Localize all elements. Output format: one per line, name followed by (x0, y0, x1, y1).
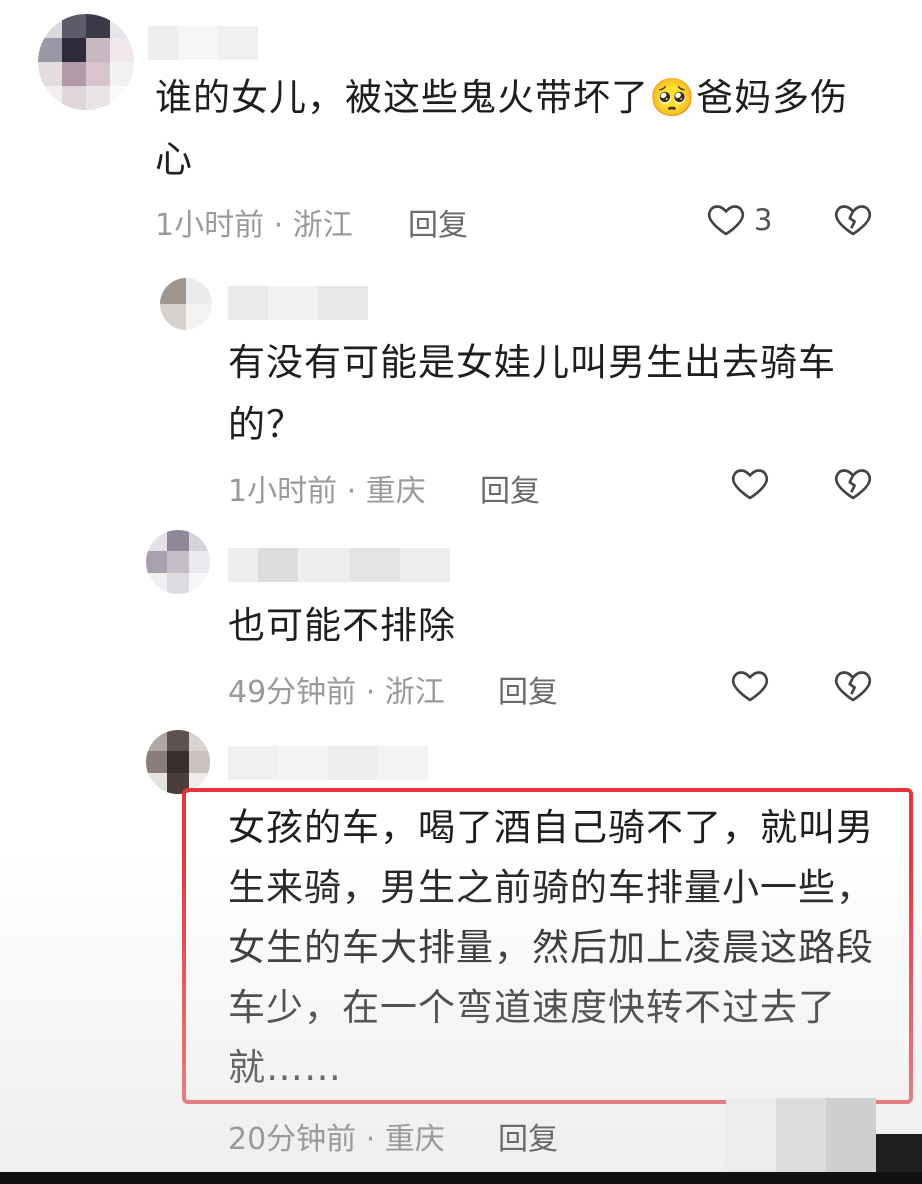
avatar[interactable] (38, 14, 134, 110)
comment-meta: 20分钟前 · 重庆 (228, 1122, 445, 1157)
comment-text: 的？ (228, 403, 304, 446)
avatar[interactable] (160, 278, 212, 330)
comment-text: 有没有可能是女娃儿叫男生出去骑车 (228, 341, 836, 384)
reply-button[interactable]: 回复 (498, 1114, 558, 1158)
like-count: 3 (754, 203, 773, 237)
bottom-bar (0, 1172, 922, 1184)
username[interactable] (228, 746, 428, 780)
username[interactable] (148, 26, 258, 60)
comment-line: 就…… (228, 1046, 342, 1089)
comment-line: 车少，在一个弯道速度快转不过去了 (228, 986, 836, 1029)
avatar[interactable] (146, 730, 210, 794)
username[interactable] (228, 286, 368, 320)
blurred-overlay (726, 1098, 876, 1172)
comment-text: 女孩的车，喝了酒自己骑不了，就叫男 生来骑，男生之前骑的车排量小一些， 女生的车… (228, 798, 874, 1098)
comment-text: 谁的女儿，被这些鬼火带坏了🥺爸妈多伤 (155, 76, 849, 119)
reply-button[interactable]: 回复 (498, 667, 558, 711)
broken-heart-icon[interactable] (833, 463, 873, 503)
broken-heart-icon[interactable] (833, 665, 873, 705)
comment-line: 女生的车大排量，然后加上凌晨这路段 (228, 926, 874, 969)
broken-heart-icon[interactable] (833, 199, 873, 239)
comment-meta: 49分钟前 · 浙江 (228, 675, 445, 710)
comment-line: 生来骑，男生之前骑的车排量小一些， (228, 866, 874, 909)
avatar[interactable] (146, 530, 210, 594)
comment-meta: 1小时前 · 浙江 (155, 208, 353, 243)
comment-meta: 1小时前 · 重庆 (228, 474, 426, 509)
comment-text: 心 (155, 138, 193, 181)
reply-button[interactable]: 回复 (408, 200, 468, 244)
dark-corner (876, 1134, 922, 1172)
reply-button[interactable]: 回复 (480, 466, 540, 510)
comment-text: 也可能不排除 (228, 604, 456, 647)
comment-line: 女孩的车，喝了酒自己骑不了，就叫男 (228, 806, 874, 849)
username[interactable] (228, 548, 450, 582)
heart-outline-icon[interactable] (730, 665, 770, 705)
heart-outline-icon[interactable] (706, 199, 746, 239)
heart-outline-icon[interactable] (730, 463, 770, 503)
